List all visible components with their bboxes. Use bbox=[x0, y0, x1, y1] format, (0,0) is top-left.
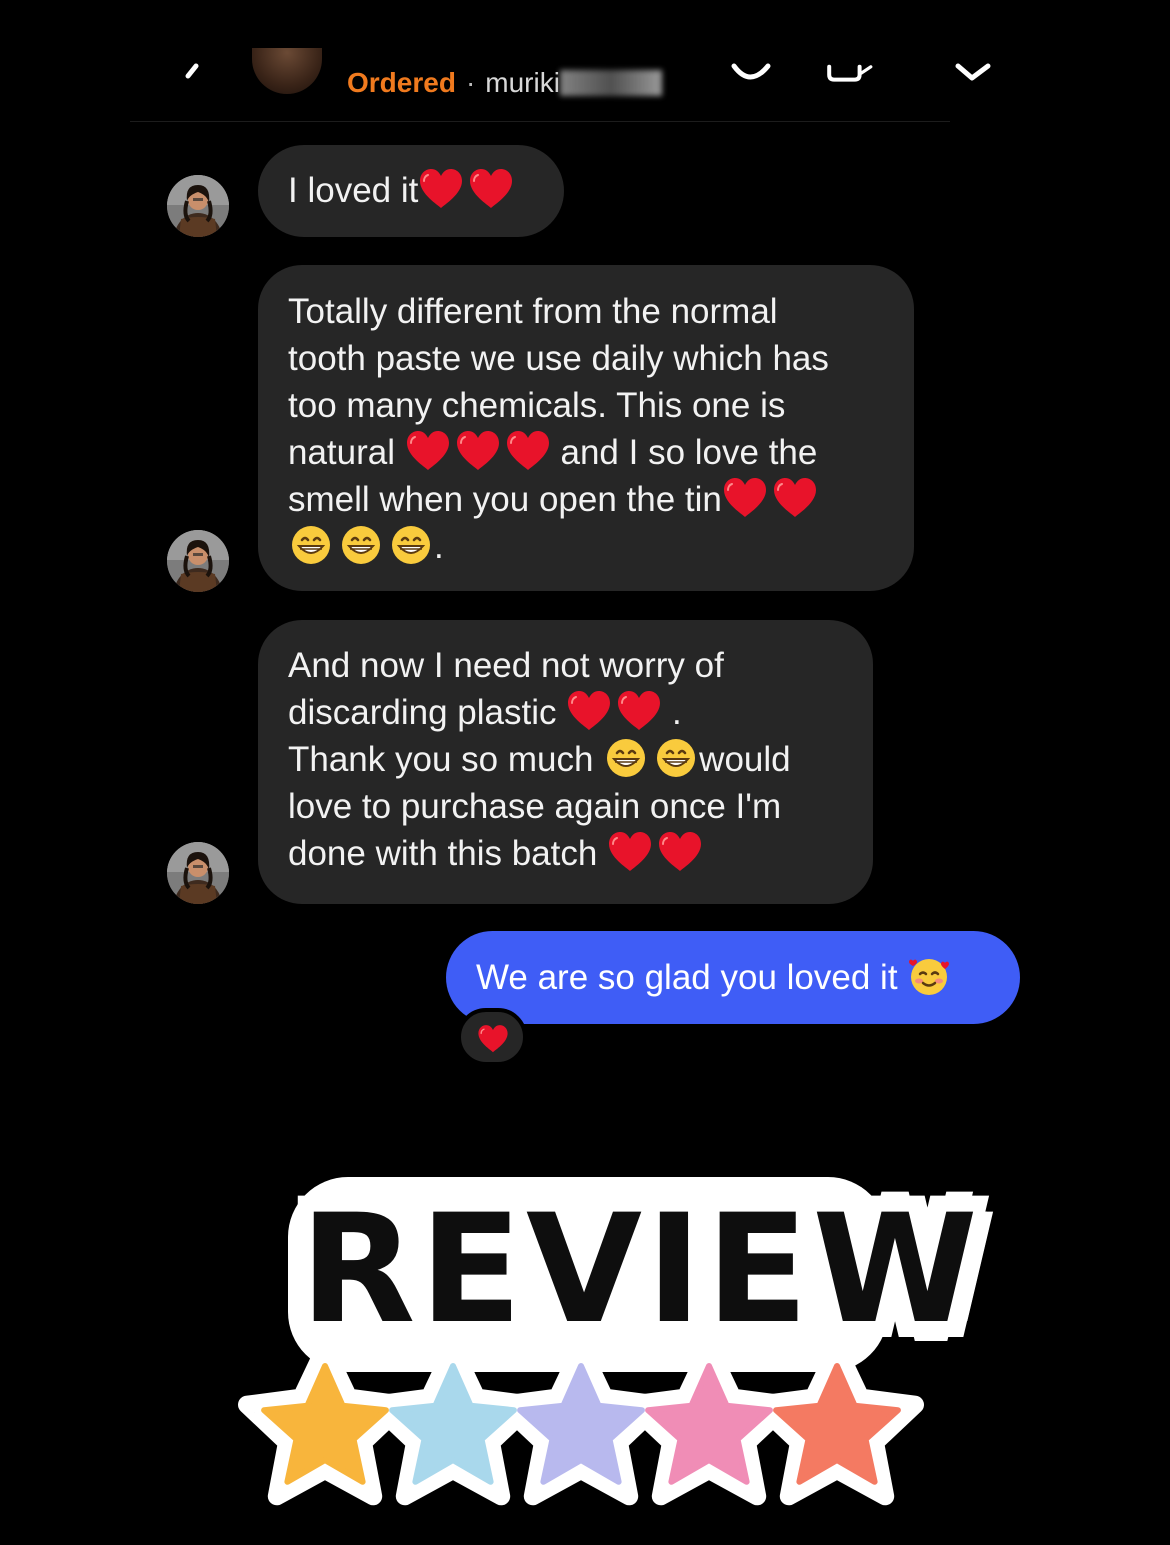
red-heart-icon bbox=[455, 430, 501, 472]
grinning-face-icon bbox=[388, 524, 434, 566]
message-text: Thank you so much bbox=[288, 740, 594, 779]
message-line: Totally different from the normal bbox=[288, 292, 778, 331]
message-line: too many chemicals. This one is bbox=[288, 386, 786, 425]
grinning-face-icon bbox=[288, 524, 334, 566]
video-call-icon[interactable] bbox=[826, 52, 874, 88]
message-text: natural bbox=[288, 433, 396, 472]
sender-avatar[interactable] bbox=[167, 530, 229, 592]
header-divider bbox=[130, 121, 950, 122]
red-heart-icon bbox=[566, 690, 612, 732]
chat-header: Ordered · muriki bbox=[0, 0, 1170, 122]
message-text: . bbox=[434, 527, 444, 566]
message-line: tooth paste we use daily which has bbox=[288, 339, 829, 378]
handle-redaction bbox=[559, 70, 662, 96]
grinning-face-icon bbox=[603, 737, 649, 779]
red-heart-icon bbox=[418, 168, 464, 210]
contact-status[interactable]: Ordered · muriki bbox=[347, 64, 662, 102]
received-message[interactable]: Totally different from the normal tooth … bbox=[258, 265, 914, 591]
red-heart-icon bbox=[616, 690, 662, 732]
message-text: would bbox=[699, 740, 791, 779]
star-rating bbox=[238, 1340, 924, 1506]
sender-avatar[interactable] bbox=[167, 175, 229, 237]
red-heart-icon bbox=[468, 168, 514, 210]
sent-message[interactable]: We are so glad you loved it bbox=[446, 931, 1020, 1024]
contact-handle: muriki bbox=[485, 67, 560, 98]
received-message[interactable]: And now I need not worry of discarding p… bbox=[258, 620, 873, 904]
red-heart-icon bbox=[657, 831, 703, 873]
message-text: smell when you open the tin bbox=[288, 480, 722, 519]
red-heart-icon bbox=[772, 477, 818, 519]
red-heart-icon bbox=[505, 430, 551, 472]
message-text: I loved it bbox=[288, 171, 419, 210]
smiling-face-with-hearts-icon bbox=[907, 955, 953, 997]
message-text: We are so glad you loved it bbox=[476, 958, 898, 997]
message-line: love to purchase again once I'm bbox=[288, 787, 782, 826]
received-message[interactable]: I loved it bbox=[258, 145, 564, 237]
heart-reaction[interactable] bbox=[457, 1008, 527, 1066]
message-line: And now I need not worry of bbox=[288, 646, 724, 685]
chevron-down-icon[interactable] bbox=[950, 52, 998, 88]
grinning-face-icon bbox=[338, 524, 384, 566]
review-sticker: REVIEW bbox=[230, 1165, 982, 1510]
red-heart-icon bbox=[477, 1024, 509, 1054]
message-text: done with this batch bbox=[288, 834, 598, 873]
back-chevron-icon[interactable] bbox=[176, 60, 206, 90]
grinning-face-icon bbox=[653, 737, 699, 779]
sender-avatar[interactable] bbox=[167, 842, 229, 904]
contact-avatar[interactable] bbox=[252, 48, 322, 94]
message-text: and I so love the bbox=[560, 433, 818, 472]
separator-dot: · bbox=[465, 67, 476, 98]
review-title: REVIEW bbox=[299, 1183, 982, 1357]
red-heart-icon bbox=[607, 831, 653, 873]
phone-call-icon[interactable] bbox=[728, 52, 776, 88]
ordered-label: Ordered bbox=[347, 67, 456, 98]
red-heart-icon bbox=[405, 430, 451, 472]
message-text: . bbox=[671, 693, 682, 732]
red-heart-icon bbox=[722, 477, 768, 519]
message-text: discarding plastic bbox=[288, 693, 557, 732]
